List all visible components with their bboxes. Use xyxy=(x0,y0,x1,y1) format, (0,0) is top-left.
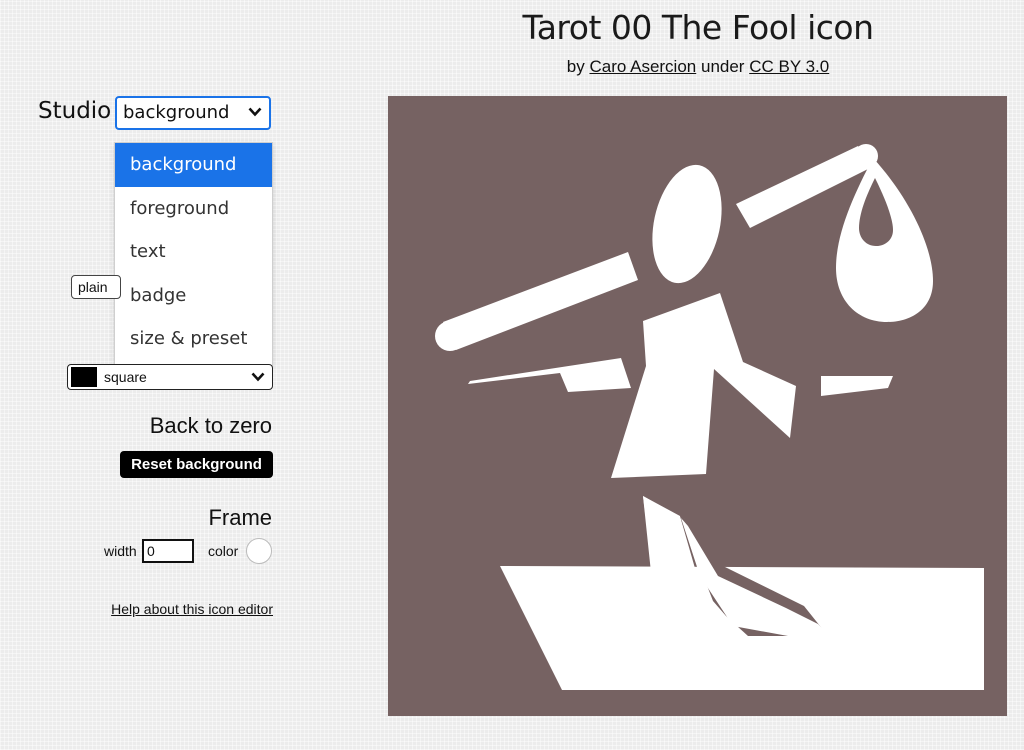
studio-label: Studio xyxy=(38,98,112,124)
back-to-zero-label: Back to zero xyxy=(149,413,272,438)
frame-label: Frame xyxy=(208,505,272,530)
background-style-select[interactable]: plain xyxy=(71,275,121,299)
author-link[interactable]: Caro Asercion xyxy=(589,57,696,76)
studio-option-size-preset[interactable]: size & preset xyxy=(115,317,272,361)
background-shape-value: square xyxy=(104,369,147,385)
chevron-down-icon xyxy=(251,365,265,382)
help-link[interactable]: Help about this icon editor xyxy=(80,601,273,617)
studio-option-badge[interactable]: badge xyxy=(115,274,272,318)
studio-option-text[interactable]: text xyxy=(115,230,272,274)
studio-select-value: background xyxy=(123,102,230,123)
studio-option-foreground[interactable]: foreground xyxy=(115,187,272,231)
chevron-down-icon xyxy=(248,98,262,117)
tarot-fool-icon xyxy=(388,96,1007,716)
frame-color-picker[interactable] xyxy=(246,538,272,564)
background-style-value: plain xyxy=(78,279,108,295)
studio-option-background[interactable]: background xyxy=(115,143,272,187)
credit-line: by Caro Asercion under CC BY 3.0 xyxy=(388,57,1008,77)
studio-select[interactable]: background xyxy=(115,96,271,130)
studio-dropdown-list: background foreground text badge size & … xyxy=(115,143,272,365)
frame-color-label: color xyxy=(208,543,239,559)
license-link[interactable]: CC BY 3.0 xyxy=(749,57,829,76)
shape-color-swatch xyxy=(71,367,97,387)
frame-width-label: width xyxy=(104,543,137,559)
credit-under-text: under xyxy=(700,57,745,76)
page-title: Tarot 00 The Fool icon xyxy=(522,8,875,47)
reset-background-button[interactable]: Reset background xyxy=(120,451,273,478)
background-shape-select[interactable]: square xyxy=(67,364,273,390)
icon-canvas xyxy=(388,96,1007,716)
credit-by-text: by xyxy=(566,57,585,76)
frame-width-input[interactable]: 0 xyxy=(142,539,194,563)
